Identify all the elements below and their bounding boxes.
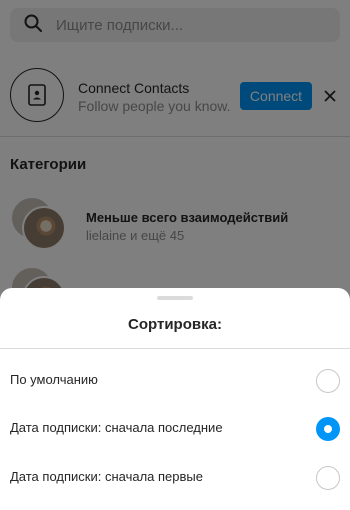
sort-bottom-sheet: Сортировка: По умолчанию Дата подписки: … — [0, 288, 350, 510]
sort-option-label: Дата подписки: сначала первые — [10, 469, 203, 484]
radio-button[interactable] — [316, 369, 340, 393]
sort-option-default[interactable]: По умолчанию — [0, 357, 350, 405]
radio-button[interactable] — [316, 466, 340, 490]
sort-option-label: По умолчанию — [10, 372, 98, 387]
sort-option-oldest[interactable]: Дата подписки: сначала первые — [0, 454, 350, 502]
sort-option-label: Дата подписки: сначала последние — [10, 420, 223, 435]
sort-option-newest[interactable]: Дата подписки: сначала последние — [0, 405, 350, 453]
sheet-title: Сортировка: — [128, 316, 222, 333]
divider — [0, 348, 350, 349]
radio-button-selected[interactable] — [316, 417, 340, 441]
sheet-drag-handle[interactable] — [157, 296, 193, 300]
